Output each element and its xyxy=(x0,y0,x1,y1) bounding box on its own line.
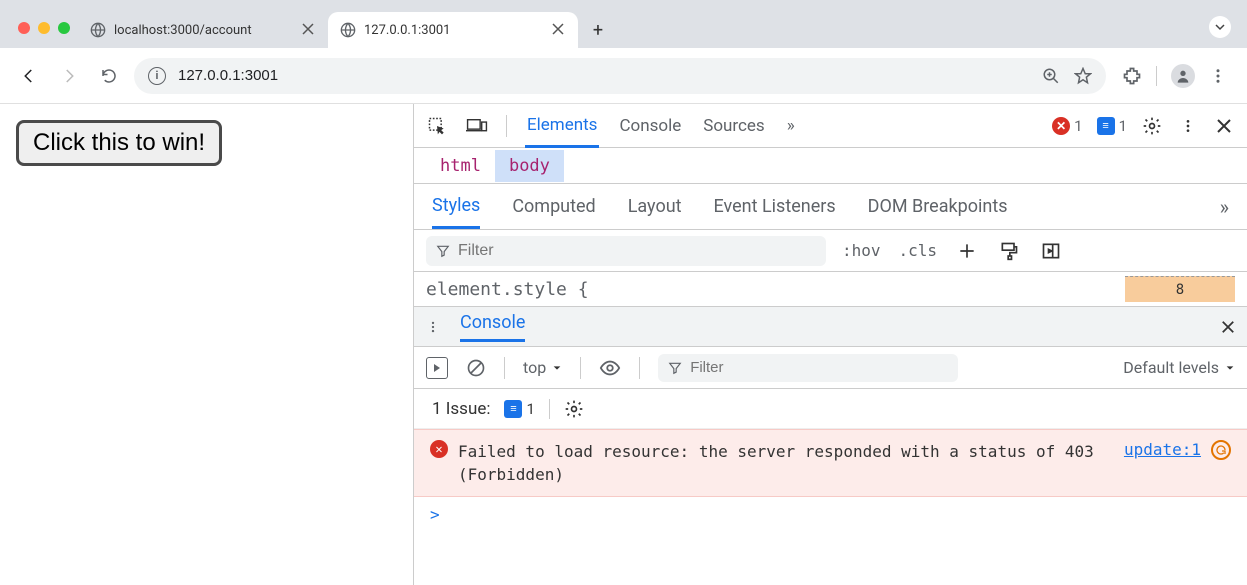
drawer-kebab-icon[interactable] xyxy=(426,320,440,334)
error-source-link[interactable]: update:1 xyxy=(1124,440,1201,459)
issues-badge[interactable]: ≡ 1 xyxy=(504,400,534,418)
win-button[interactable]: Click this to win! xyxy=(16,120,222,166)
inspect-icon[interactable] xyxy=(426,115,448,137)
subtab-event-listeners[interactable]: Event Listeners xyxy=(714,196,836,217)
page-content: Click this to win! xyxy=(0,104,413,585)
hov-toggle[interactable]: :hov xyxy=(842,241,881,260)
console-filter-input[interactable] xyxy=(690,359,948,376)
url-input[interactable] xyxy=(178,67,1030,84)
error-icon: ✕ xyxy=(1052,117,1070,135)
styles-filter-box[interactable] xyxy=(426,236,826,266)
error-count-badge[interactable]: ✕ 1 xyxy=(1052,117,1082,135)
styles-filter-input[interactable] xyxy=(458,242,816,260)
globe-icon xyxy=(340,22,356,38)
address-bar: i xyxy=(0,48,1247,104)
styles-filter-row: :hov .cls xyxy=(414,230,1247,272)
close-devtools-icon[interactable] xyxy=(1213,115,1235,137)
info-icon: ≡ xyxy=(504,400,522,418)
cls-toggle[interactable]: .cls xyxy=(899,241,938,260)
devtools-header: Elements Console Sources » ✕ 1 ≡ 1 xyxy=(414,104,1247,148)
drawer-tab-console[interactable]: Console xyxy=(460,312,525,342)
site-info-icon[interactable]: i xyxy=(148,67,166,85)
box-model-margin: 8 xyxy=(1125,276,1235,302)
device-toggle-icon[interactable] xyxy=(466,115,488,137)
console-error-row: ✕ Failed to load resource: the server re… xyxy=(414,429,1247,497)
info-count-badge[interactable]: ≡ 1 xyxy=(1097,117,1127,135)
extensions-icon[interactable] xyxy=(1122,66,1142,86)
window-controls xyxy=(12,22,78,48)
kebab-menu-icon[interactable] xyxy=(1209,67,1227,85)
zoom-icon[interactable] xyxy=(1042,67,1060,85)
breadcrumb-html[interactable]: html xyxy=(426,150,495,182)
gear-icon[interactable] xyxy=(1141,115,1163,137)
eye-icon[interactable] xyxy=(599,357,621,379)
sidebar-toggle-icon[interactable] xyxy=(426,357,448,379)
subtab-styles[interactable]: Styles xyxy=(432,195,480,229)
context-selector[interactable]: top xyxy=(523,358,562,377)
reload-button[interactable] xyxy=(94,61,124,91)
drawer-close-icon[interactable] xyxy=(1221,320,1235,334)
tab-console[interactable]: Console xyxy=(617,106,683,146)
back-button[interactable] xyxy=(14,61,44,91)
issues-label: 1 Issue: xyxy=(432,399,490,419)
element-style-row: element.style { 8 xyxy=(414,272,1247,307)
tab-title: localhost:3000/account xyxy=(114,23,252,38)
error-icon: ✕ xyxy=(430,440,448,458)
subtab-computed[interactable]: Computed xyxy=(512,196,595,217)
browser-tab-active[interactable]: 127.0.0.1:3001 xyxy=(328,12,578,48)
clear-console-icon[interactable] xyxy=(466,358,486,378)
new-style-icon[interactable] xyxy=(955,239,979,263)
info-icon: ≡ xyxy=(1097,117,1115,135)
browser-tab[interactable]: localhost:3000/account xyxy=(78,12,328,48)
close-tab-icon[interactable] xyxy=(302,23,316,37)
panel-toggle-icon[interactable] xyxy=(1039,239,1063,263)
settings-gear-icon[interactable] xyxy=(564,399,584,419)
element-style-label[interactable]: element.style { xyxy=(426,279,589,300)
profile-icon[interactable] xyxy=(1171,64,1195,88)
new-tab-button[interactable]: + xyxy=(584,16,612,44)
star-icon[interactable] xyxy=(1074,67,1092,85)
tabstrip-right xyxy=(1205,16,1235,48)
tab-elements[interactable]: Elements xyxy=(525,105,599,148)
devtools-panel: Elements Console Sources » ✕ 1 ≡ 1 xyxy=(413,104,1247,585)
close-tab-icon[interactable] xyxy=(552,23,566,37)
kebab-icon[interactable] xyxy=(1177,115,1199,137)
reload-icon[interactable] xyxy=(1211,440,1231,460)
globe-icon xyxy=(90,22,106,38)
url-bar[interactable]: i xyxy=(134,58,1106,94)
issues-row: 1 Issue: ≡ 1 xyxy=(414,389,1247,429)
minimize-window-icon[interactable] xyxy=(38,22,50,34)
tabs-overflow[interactable]: » xyxy=(785,106,797,146)
browser-tabstrip: localhost:3000/account 127.0.0.1:3001 + xyxy=(0,0,1247,48)
chevron-down-icon[interactable] xyxy=(1209,16,1231,38)
maximize-window-icon[interactable] xyxy=(58,22,70,34)
forward-button[interactable] xyxy=(54,61,84,91)
subtabs-overflow-icon[interactable]: » xyxy=(1220,195,1229,219)
tab-sources[interactable]: Sources xyxy=(701,106,766,146)
prompt-chevron-icon: > xyxy=(430,505,440,524)
breadcrumb-body[interactable]: body xyxy=(495,150,564,182)
subtab-dom-breakpoints[interactable]: DOM Breakpoints xyxy=(868,196,1008,217)
log-levels-selector[interactable]: Default levels xyxy=(1123,358,1235,377)
dom-breadcrumb: html body xyxy=(414,148,1247,184)
console-toolbar: top Default levels xyxy=(414,347,1247,389)
styles-subtabs: Styles Computed Layout Event Listeners D… xyxy=(414,184,1247,230)
console-prompt[interactable]: > xyxy=(414,497,1247,532)
close-window-icon[interactable] xyxy=(18,22,30,34)
filter-icon xyxy=(436,244,450,258)
console-drawer-header: Console xyxy=(414,307,1247,347)
console-filter-box[interactable] xyxy=(658,354,958,382)
tab-title: 127.0.0.1:3001 xyxy=(364,23,451,38)
subtab-layout[interactable]: Layout xyxy=(628,196,682,217)
error-message: Failed to load resource: the server resp… xyxy=(458,440,1114,486)
paint-icon[interactable] xyxy=(997,239,1021,263)
